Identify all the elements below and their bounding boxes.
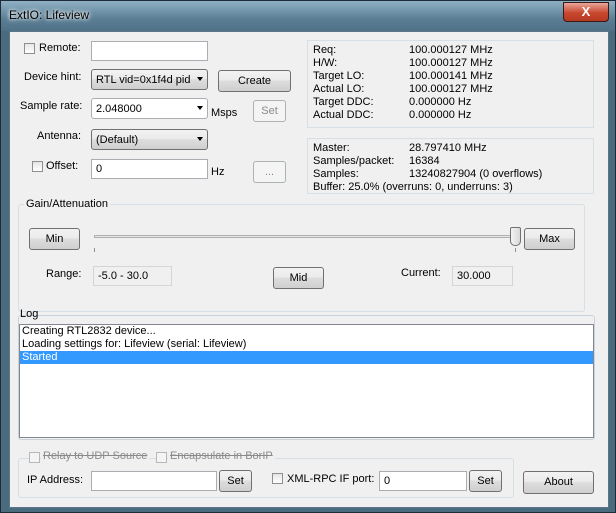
- samples-packet-value: 16384: [409, 155, 440, 167]
- gain-slider-track[interactable]: [94, 235, 516, 238]
- relay-udp-label: Relay to UDP Source: [41, 450, 150, 462]
- xmlrpc-set-button[interactable]: Set: [469, 470, 502, 492]
- remote-input[interactable]: [91, 41, 208, 61]
- buffer-status: Buffer: 25.0% (overruns: 0, underruns: 3…: [313, 181, 513, 193]
- close-icon: X: [581, 4, 591, 19]
- app-window: ExtIO: Lifeview X Remote: Device hint: R…: [0, 0, 616, 513]
- chevron-down-icon: [197, 77, 203, 81]
- antenna-select[interactable]: (Default): [91, 129, 208, 150]
- master-value: 28.797410 MHz: [409, 142, 487, 154]
- title-bar[interactable]: ExtIO: Lifeview X: [1, 1, 615, 31]
- freq-row-key: Target LO:: [313, 70, 365, 82]
- xmlrpc-port-input[interactable]: 0: [379, 471, 467, 491]
- gain-attenuation-group: [18, 204, 585, 312]
- offset-input[interactable]: 0: [91, 159, 208, 179]
- freq-row-key: H/W:: [313, 57, 338, 69]
- stream-stats-panel: Master: 28.797410 MHz Samples/packet: 16…: [307, 138, 594, 194]
- xmlrpc-checkbox[interactable]: [272, 473, 283, 484]
- device-hint-label: Device hint:: [24, 71, 82, 83]
- antenna-value: (Default): [96, 134, 139, 146]
- slider-tick-max: [515, 248, 516, 252]
- offset-label: Offset:: [46, 160, 79, 172]
- freq-row-value: 0.000000 Hz: [409, 96, 472, 108]
- chevron-down-icon: [197, 106, 203, 110]
- log-line[interactable]: Loading settings for: Lifeview (serial: …: [20, 338, 593, 351]
- device-hint-select[interactable]: RTL vid=0x1f4d pid: [91, 69, 208, 90]
- range-value: -5.0 - 30.0: [93, 266, 172, 286]
- ip-set-button[interactable]: Set: [219, 470, 252, 492]
- freq-row-value: 100.000127 MHz: [409, 57, 493, 69]
- ip-address-label: IP Address:: [27, 474, 84, 486]
- gain-mid-button[interactable]: Mid: [273, 267, 324, 289]
- slider-tick-min: [94, 248, 95, 252]
- freq-row-key: Actual LO:: [313, 83, 365, 95]
- frequency-info-panel: Req: 100.000127 MHz H/W: 100.000127 MHz Targ…: [307, 40, 594, 128]
- freq-row-key: Req:: [313, 44, 337, 56]
- relay-udp-checkbox[interactable]: [29, 452, 40, 463]
- freq-row-value: 0.000000 Hz: [409, 109, 472, 121]
- device-hint-value: RTL vid=0x1f4d pid: [96, 74, 191, 86]
- ip-address-input[interactable]: [91, 471, 217, 491]
- create-button[interactable]: Create: [218, 70, 291, 92]
- gain-min-button[interactable]: Min: [29, 228, 80, 250]
- about-button[interactable]: About: [523, 471, 594, 494]
- current-gain-value: 30.000: [452, 266, 513, 286]
- log-listbox[interactable]: Creating RTL2832 device... Loading settin…: [19, 324, 594, 438]
- close-button[interactable]: X: [563, 2, 609, 22]
- sample-rate-value: 2.048000: [96, 103, 142, 115]
- freq-row-value: 100.000141 MHz: [409, 70, 493, 82]
- remote-label: Remote:: [39, 42, 81, 54]
- gain-max-button[interactable]: Max: [524, 228, 575, 250]
- gain-slider-thumb[interactable]: [510, 227, 521, 246]
- freq-row-value: 100.000127 MHz: [409, 83, 493, 95]
- log-line[interactable]: Creating RTL2832 device...: [20, 325, 593, 338]
- sample-rate-label: Sample rate:: [20, 100, 83, 112]
- samples-value: 13240827904 (0 overflows): [409, 168, 543, 180]
- master-key: Master:: [313, 142, 350, 154]
- freq-row-key: Target DDC:: [313, 96, 374, 108]
- current-label: Current:: [401, 267, 441, 279]
- log-caption: Log: [20, 308, 39, 320]
- freq-row-key: Actual DDC:: [313, 109, 374, 121]
- log-line[interactable]: Started: [20, 351, 593, 364]
- encapsulate-borip-checkbox[interactable]: [156, 452, 167, 463]
- sample-rate-select[interactable]: 2.048000: [91, 98, 208, 119]
- offset-unit: Hz: [211, 166, 225, 178]
- window-title: ExtIO: Lifeview: [9, 8, 90, 22]
- remote-checkbox[interactable]: [24, 43, 35, 54]
- antenna-label: Antenna:: [37, 130, 82, 142]
- gain-attenuation-caption: Gain/Attenuation: [24, 198, 110, 210]
- range-label: Range:: [46, 268, 82, 280]
- sample-rate-set-button[interactable]: Set: [253, 100, 286, 122]
- dialog-client-area: Remote: Device hint: RTL vid=0x1f4d pid …: [9, 31, 609, 508]
- offset-browse-button[interactable]: ...: [253, 161, 286, 183]
- freq-row-value: 100.000127 MHz: [409, 44, 493, 56]
- xmlrpc-port-label: XML-RPC IF port:: [287, 473, 375, 485]
- offset-checkbox[interactable]: [32, 161, 43, 172]
- log-lines: Creating RTL2832 device... Loading settin…: [20, 325, 593, 364]
- chevron-down-icon: [197, 137, 203, 141]
- samples-packet-key: Samples/packet:: [313, 155, 395, 167]
- encapsulate-borip-label: Encapsulate in BorIP: [168, 450, 275, 462]
- samples-key: Samples:: [313, 168, 359, 180]
- sample-rate-unit: Msps: [211, 107, 238, 119]
